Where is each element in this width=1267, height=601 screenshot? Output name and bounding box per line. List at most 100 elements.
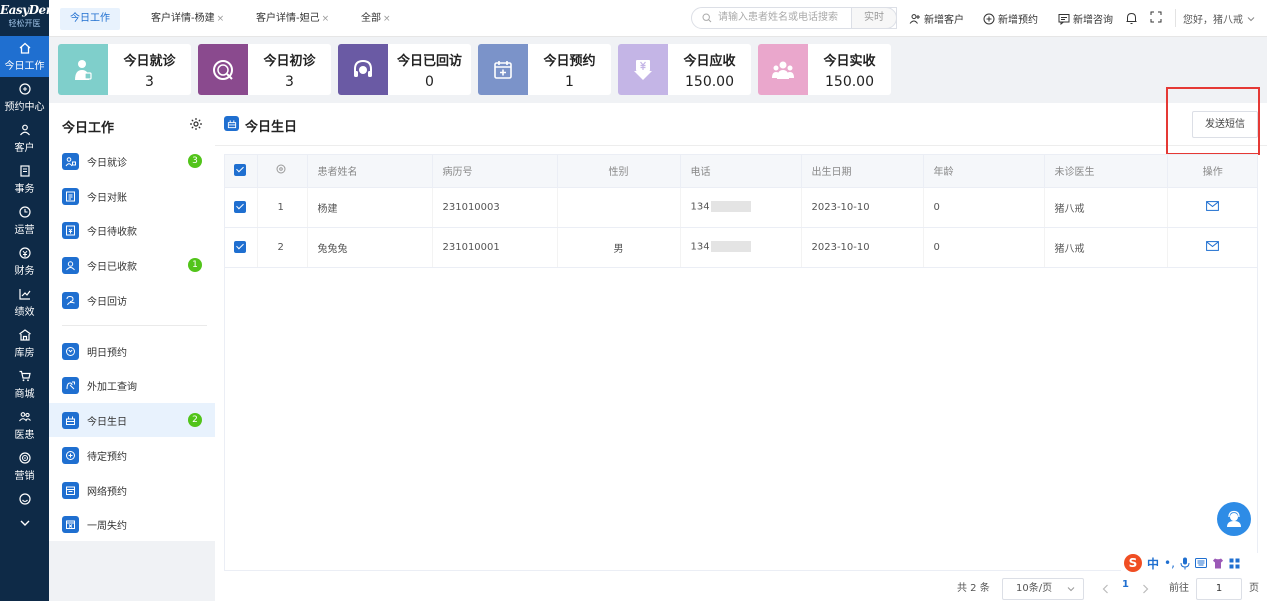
- sidebar-item-received[interactable]: 今日已收款 1: [49, 248, 215, 282]
- tab-customer-daji[interactable]: 客户详情-妲己 ×: [246, 8, 339, 30]
- stat-card-first-visits[interactable]: 今日初诊 3: [198, 44, 331, 95]
- table-row[interactable]: 2 兔兔兔 231010001 男 134 2023-10-10 0 猪八戒: [224, 227, 1258, 268]
- mail-icon[interactable]: [1206, 240, 1220, 251]
- nav-item-today-work[interactable]: 今日工作: [0, 36, 49, 77]
- nav-item-customer[interactable]: 客户: [0, 118, 49, 159]
- next-page-icon[interactable]: [1142, 584, 1149, 594]
- today-work-panel: 今日工作 今日就诊 3 今日对账 今日待收款 今日已收款 1 今日回访 明日预约…: [49, 103, 215, 541]
- stat-card-receivable[interactable]: 今日应收 150.00: [618, 44, 751, 95]
- close-icon[interactable]: ×: [322, 14, 330, 24]
- gear-icon[interactable]: [189, 117, 203, 131]
- record-number: 231010003: [432, 187, 558, 228]
- chevron-down-icon: [1247, 16, 1255, 21]
- sidebar-item-outsourcing[interactable]: 外加工查询: [49, 368, 215, 402]
- headset-icon: [354, 59, 372, 77]
- page-size-select[interactable]: 10条/页: [1002, 578, 1084, 600]
- money-icon: [634, 59, 652, 80]
- stat-card-received[interactable]: 今日实收 150.00: [758, 44, 891, 95]
- col-record: 病历号: [432, 154, 558, 188]
- fullscreen-icon[interactable]: [1150, 11, 1162, 23]
- ime-toolbar[interactable]: S 中 •,: [1121, 553, 1267, 573]
- sidebar-item-birthdays[interactable]: 今日生日 2: [49, 403, 215, 437]
- add-circle-icon: [62, 446, 79, 464]
- nav-item-finance[interactable]: 财务: [0, 241, 49, 282]
- phone-cell: 134: [680, 187, 802, 228]
- goto-label: 前往: [1169, 583, 1189, 594]
- birthday-table: 患者姓名 病历号 性别 电话 出生日期 年龄 未诊医生 操作 1 杨建 2310…: [224, 154, 1258, 268]
- redacted-phone: [710, 241, 751, 253]
- search-realtime-button[interactable]: 实时: [851, 7, 897, 29]
- list-icon: [62, 187, 79, 205]
- phone: 134: [690, 201, 710, 213]
- nav-item-mall[interactable]: 商城: [0, 364, 49, 405]
- sidebar-item-online-appointments[interactable]: 网络预约: [49, 473, 215, 507]
- nav-item-affairs[interactable]: 事务: [0, 159, 49, 200]
- row-checkbox[interactable]: [224, 187, 258, 228]
- sidebar-item-tomorrow-appointments[interactable]: 明日预约: [49, 334, 215, 368]
- sidebar-item-label: 今日待收款: [87, 226, 137, 238]
- stat-card-followups[interactable]: 今日已回访 0: [338, 44, 471, 95]
- col-phone: 电话: [680, 154, 802, 188]
- phone: 134: [690, 241, 710, 253]
- sidebar-item-today-visits[interactable]: 今日就诊 3: [49, 144, 215, 178]
- brand-name: EasyDent: [0, 3, 59, 17]
- col-doctor: 未诊医生: [1044, 154, 1168, 188]
- sidebar-item-weekly-missed[interactable]: 一周失约: [49, 507, 215, 541]
- customer-service-icon: [1227, 510, 1241, 527]
- sidebar-item-pending-appointments[interactable]: 待定预约: [49, 438, 215, 472]
- tab-all[interactable]: 全部 ×: [351, 8, 401, 30]
- sidebar-item-pending-payment[interactable]: 今日待收款: [49, 213, 215, 247]
- nav-label: 财务: [14, 266, 35, 277]
- new-appointment-button[interactable]: 新增预约: [983, 11, 1038, 26]
- stat-icon-box: [478, 44, 528, 95]
- nav-item-settings[interactable]: [0, 487, 49, 513]
- nav-item-appointments[interactable]: 预约中心: [0, 77, 49, 118]
- tab-today-work[interactable]: 今日工作: [60, 8, 120, 30]
- microphone-icon: [1180, 557, 1190, 569]
- sidebar-item-label: 今日已收款: [87, 261, 137, 273]
- panel-title: 今日工作: [62, 121, 115, 136]
- sidebar-item-followup[interactable]: 今日回访: [49, 283, 215, 317]
- col-actions: 操作: [1167, 154, 1258, 188]
- tab-label: 全部: [361, 13, 381, 24]
- nav-item-warehouse[interactable]: 库房: [0, 323, 49, 364]
- close-icon[interactable]: ×: [217, 14, 225, 24]
- column-settings[interactable]: [257, 154, 308, 188]
- close-icon[interactable]: ×: [383, 14, 391, 24]
- birthday-cake-icon: [224, 116, 239, 131]
- goto-page-input[interactable]: 1: [1196, 578, 1242, 600]
- new-consult-button[interactable]: 新增咨询: [1058, 11, 1113, 26]
- nav-label: 预约中心: [4, 102, 45, 113]
- brand-logo[interactable]: EasyDent 轻松开医: [0, 0, 59, 36]
- stat-value: 3: [285, 74, 294, 90]
- stat-value: 150.00: [685, 74, 734, 90]
- followup-icon: [62, 291, 79, 309]
- table-row[interactable]: 1 杨建 231010003 134 2023-10-10 0 猪八戒: [224, 187, 1258, 228]
- calendar-x-icon: [62, 515, 79, 533]
- stat-card-appointments[interactable]: 今日预约 1: [478, 44, 611, 95]
- bell-icon[interactable]: [1125, 11, 1138, 25]
- support-chat-button[interactable]: [1217, 502, 1251, 536]
- select-all-checkbox[interactable]: [224, 154, 258, 188]
- prev-page-icon[interactable]: [1102, 584, 1109, 594]
- nav-item-doctor-patient[interactable]: 医患: [0, 405, 49, 446]
- user-menu[interactable]: 您好，猪八戒: [1183, 11, 1258, 26]
- nav-item-marketing[interactable]: 营销: [0, 446, 49, 487]
- current-page[interactable]: 1: [1122, 579, 1129, 590]
- nav-label: 事务: [14, 184, 35, 195]
- sidebar-item-reconcile[interactable]: 今日对账: [49, 179, 215, 213]
- count-badge: 3: [188, 154, 202, 168]
- stat-card-today-visits[interactable]: 今日就诊 3: [58, 44, 191, 95]
- nav-item-performance[interactable]: 绩效: [0, 282, 49, 323]
- row-checkbox[interactable]: [224, 227, 258, 268]
- mail-icon[interactable]: [1206, 200, 1220, 211]
- nav-item-operations[interactable]: 运营: [0, 200, 49, 241]
- nav-expand[interactable]: [0, 513, 49, 535]
- new-customer-button[interactable]: 新增客户: [909, 11, 964, 26]
- left-nav: EasyDent 轻松开医 今日工作 预约中心 客户 事务 运营 财务 绩效 库…: [0, 0, 59, 601]
- birth-date: 2023-10-10: [801, 187, 924, 228]
- user-icon: [19, 124, 30, 136]
- chart-icon: [18, 289, 30, 300]
- tab-customer-yangjian[interactable]: 客户详情-杨建 ×: [141, 8, 234, 30]
- total-count: 共 2 条: [957, 583, 990, 594]
